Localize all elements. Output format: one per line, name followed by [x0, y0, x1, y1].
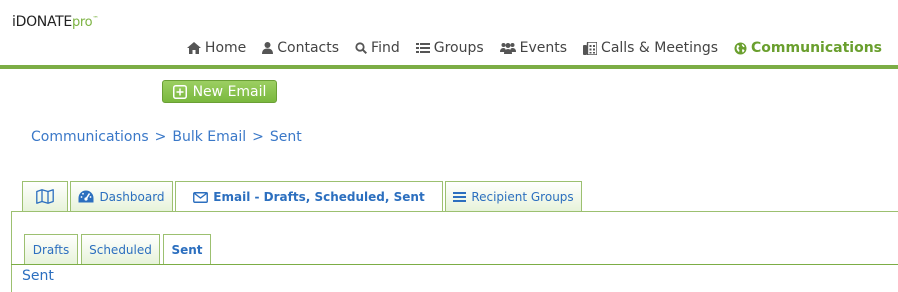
breadcrumb-sent[interactable]: Sent	[270, 129, 302, 145]
section-title: Sent	[22, 268, 54, 284]
tab-email-label: Email - Drafts, Scheduled, Sent	[213, 190, 425, 204]
nav-item-communications-label: Communications	[751, 40, 882, 56]
breadcrumb: Communications > Bulk Email > Sent	[31, 129, 302, 145]
tab-email-drafts-scheduled-sent[interactable]: Email - Drafts, Scheduled, Sent	[175, 181, 443, 212]
user-icon	[262, 42, 274, 54]
nav-item-calls-meetings[interactable]: Calls & Meetings	[583, 40, 718, 56]
subtab-scheduled-label: Scheduled	[89, 242, 152, 257]
breadcrumb-separator: >	[252, 129, 264, 145]
tab-map[interactable]	[22, 181, 68, 211]
nav-item-contacts[interactable]: Contacts	[262, 40, 339, 56]
nav-item-events-label: Events	[519, 40, 568, 56]
subtab-sent[interactable]: Sent	[163, 234, 211, 264]
globe-icon	[734, 42, 747, 54]
dashboard-icon	[78, 190, 94, 203]
tab-panel-border	[11, 211, 898, 212]
subtab-sent-label: Sent	[171, 242, 203, 257]
tab-dashboard-label: Dashboard	[99, 189, 165, 204]
plus-square-icon	[172, 84, 187, 99]
tab-panel-border-left	[11, 211, 12, 292]
home-icon	[186, 42, 201, 54]
breadcrumb-separator: >	[154, 129, 167, 145]
breadcrumb-communications[interactable]: Communications	[31, 129, 149, 145]
brand-logo-suffix: pro	[71, 15, 93, 30]
envelope-icon	[193, 191, 209, 203]
map-icon	[36, 189, 54, 204]
tab-dashboard[interactable]: Dashboard	[70, 181, 173, 211]
subtab-scheduled[interactable]: Scheduled	[81, 234, 160, 264]
nav-item-contacts-label: Contacts	[277, 40, 340, 56]
tab-recipient-groups-label: Recipient Groups	[471, 189, 574, 204]
users-icon	[499, 43, 516, 54]
nav-item-home[interactable]: Home	[186, 40, 247, 56]
subtab-drafts[interactable]: Drafts	[24, 234, 78, 264]
brand-logo-main: iDONATE	[12, 14, 72, 30]
header-divider	[0, 65, 898, 69]
nav-item-groups[interactable]: Groups	[415, 40, 484, 56]
address-book-icon	[583, 41, 598, 55]
nav-item-events[interactable]: Events	[499, 40, 568, 56]
nav-item-calls-meetings-label: Calls & Meetings	[601, 40, 719, 56]
search-icon	[355, 42, 368, 54]
brand-logo-trademark: ™	[92, 15, 99, 23]
subtab-divider	[11, 264, 898, 265]
nav-item-home-label: Home	[204, 40, 247, 56]
main-nav: Home Contacts Find Groups Events Calls &…	[186, 40, 882, 56]
nav-item-find-label: Find	[371, 40, 400, 56]
tab-recipient-groups[interactable]: Recipient Groups	[445, 181, 582, 211]
list-icon	[415, 43, 430, 53]
new-email-button-label: New Email	[192, 83, 267, 100]
nav-item-communications[interactable]: Communications	[734, 40, 882, 56]
new-email-button[interactable]: New Email	[162, 80, 277, 103]
brand-logo[interactable]: iDONATEpro™	[12, 14, 98, 30]
nav-item-groups-label: Groups	[433, 40, 484, 56]
breadcrumb-bulk-email[interactable]: Bulk Email	[172, 129, 246, 145]
subtab-drafts-label: Drafts	[32, 242, 70, 257]
bars-icon	[453, 191, 467, 202]
nav-item-find[interactable]: Find	[355, 40, 400, 56]
